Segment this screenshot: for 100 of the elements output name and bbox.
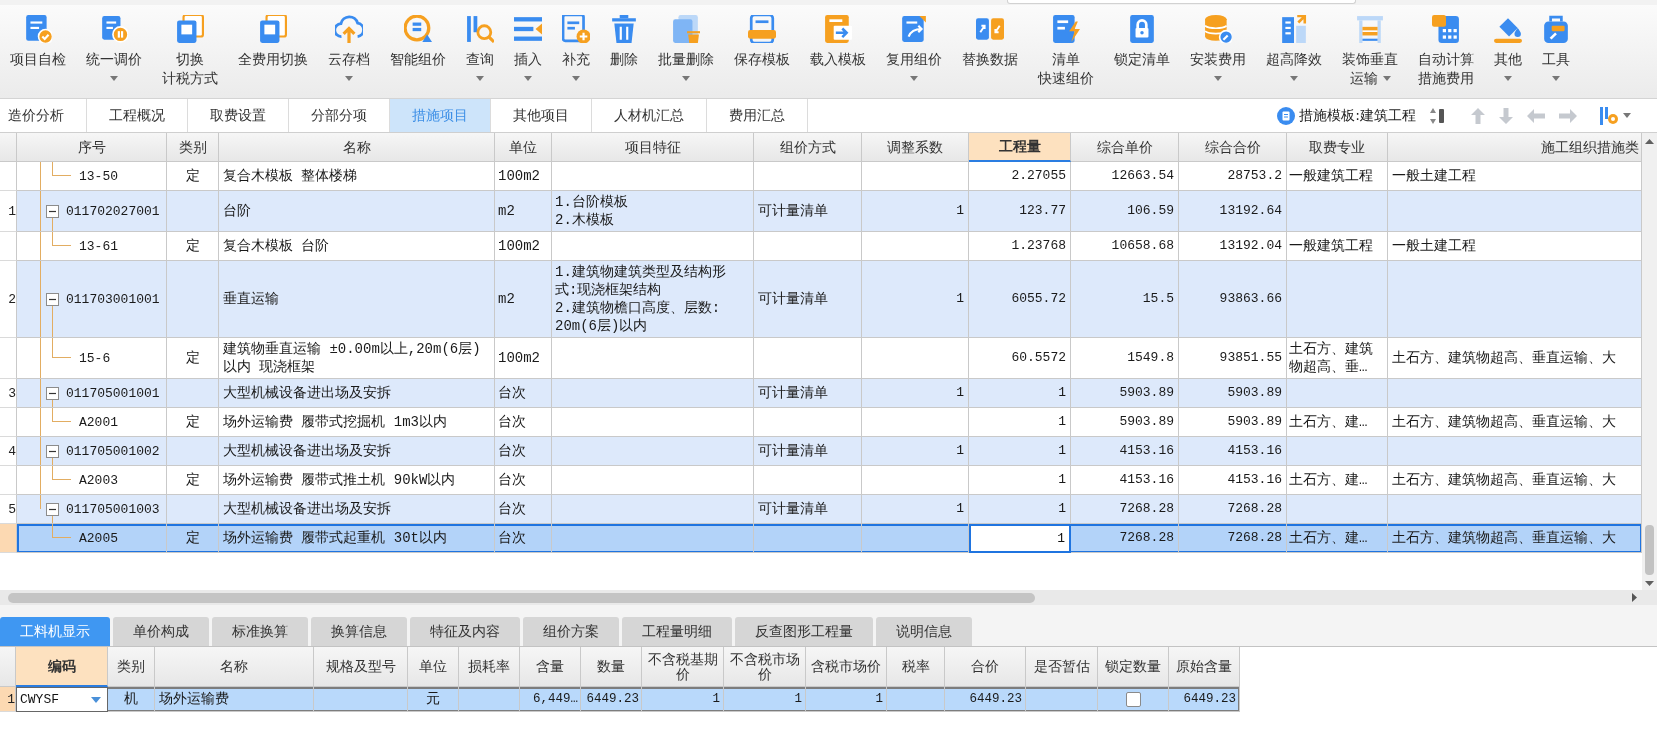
row-header[interactable] <box>0 524 17 553</box>
corner-cell[interactable] <box>0 133 17 162</box>
column-settings-button[interactable] <box>1599 105 1631 126</box>
toolbar-button[interactable]: 替换数据 <box>952 12 1028 69</box>
toolbar-button[interactable]: 工具 <box>1532 12 1580 88</box>
column-header[interactable]: 工程量 <box>969 133 1071 162</box>
column-header[interactable]: 名称 <box>155 647 314 687</box>
column-header[interactable]: 单位 <box>495 133 552 162</box>
column-header[interactable]: 数量 <box>581 647 642 687</box>
column-header[interactable]: 名称 <box>219 133 495 162</box>
table-row[interactable]: 011705001003 大型机械设备进出场及安拆 台次 可计量清单 1 1 7268.28 7268.28 <box>17 495 1642 524</box>
column-header[interactable]: 组价方式 <box>754 133 862 162</box>
row-header[interactable] <box>0 232 17 261</box>
table-row[interactable]: 011702027001 台阶 m2 1.台阶模板 2.木模板 可计量清单 1 123.77 106.59 13192.64 <box>17 191 1642 232</box>
column-header[interactable]: 税率 <box>887 647 945 687</box>
row-header[interactable]: 3 <box>0 379 17 408</box>
toolbar-button[interactable]: 载入模板 <box>800 12 876 69</box>
column-header[interactable]: 含量 <box>520 647 581 687</box>
column-header[interactable]: 锁定数量 <box>1098 647 1169 687</box>
column-header[interactable]: 不含税市场价 <box>724 647 806 687</box>
toolbar-button[interactable]: 安装费用 <box>1180 12 1256 88</box>
column-header[interactable]: 原始含量 <box>1169 647 1240 687</box>
table-row[interactable]: CWYSF 机 场外运输费 元 6,449… 6449.23 1 1 1 6449.23 6449.23 <box>16 687 1240 712</box>
tab[interactable]: 换算信息 <box>311 617 407 646</box>
collapse-icon[interactable] <box>46 292 59 306</box>
toolbar-button[interactable]: 其他 <box>1484 12 1532 88</box>
toolbar-button[interactable]: 保存模板 <box>724 12 800 69</box>
search-field[interactable] <box>1007 0 1356 4</box>
table-row[interactable]: 13-50 定 复合木模板 整体楼梯 100m2 2.27055 12663.54 28753.2 一般建筑工程 一般土建工程 <box>17 162 1642 191</box>
toolbar-button[interactable]: 复用组价 <box>876 12 952 88</box>
collapse-icon[interactable] <box>46 204 59 218</box>
template-selector[interactable]: 措施模板:建筑工程 <box>1277 106 1416 125</box>
column-header[interactable]: 合价 <box>945 647 1026 687</box>
column-header[interactable]: 取费专业 <box>1287 133 1388 162</box>
row-header[interactable]: 4 <box>0 437 17 466</box>
scrollbar-thumb[interactable] <box>1645 525 1654 575</box>
vertical-scrollbar[interactable] <box>1642 133 1657 590</box>
row-header[interactable] <box>0 338 17 379</box>
table-row[interactable]: 011705001001 大型机械设备进出场及安拆 台次 可计量清单 1 1 5903.89 5903.89 <box>17 379 1642 408</box>
column-header[interactable]: 调整系数 <box>862 133 969 162</box>
scroll-down-icon[interactable] <box>1645 581 1654 586</box>
column-header[interactable]: 不含税基期价 <box>642 647 724 687</box>
toolbar-button[interactable]: 删除 <box>600 12 648 69</box>
toolbar-button[interactable]: 插入 <box>504 12 552 88</box>
toolbar-button[interactable]: 自动计算 措施费用 <box>1408 12 1484 88</box>
column-header[interactable]: 规格及型号 <box>314 647 408 687</box>
table-row[interactable]: A2003 定 场外运输费 履带式推土机 90kW以内 台次 1 4153.16 4153.16 土石方、建… 土石方、建筑物超高、垂直运输、大 <box>17 466 1642 495</box>
toolbar-button[interactable]: 清单 快速组价 <box>1028 12 1104 88</box>
tab[interactable]: 标准换算 <box>212 617 308 646</box>
toolbar-button[interactable]: 查询 <box>456 12 504 88</box>
column-header[interactable]: 单位 <box>408 647 459 687</box>
toolbar-button[interactable]: 超高降效 <box>1256 12 1332 88</box>
column-header[interactable]: 损耗率 <box>459 647 520 687</box>
column-header[interactable]: 含税市场价 <box>806 647 887 687</box>
right-arrow-icon[interactable] <box>1559 108 1577 123</box>
table-row[interactable]: A2005 定 场外运输费 履带式起重机 30t以内 台次 1 7268.28 7268.28 土石方、建… 土石方、建筑物超高、垂直运输、大 <box>17 524 1642 553</box>
table-row[interactable]: 13-61 定 复合木模板 台阶 100m2 1.23768 10658.68 13192.04 一般建筑工程 一般土建工程 <box>17 232 1642 261</box>
toolbar-button[interactable]: 全费用切换 <box>228 12 318 69</box>
column-header[interactable]: 类别 <box>108 647 155 687</box>
table-row[interactable]: A2001 定 场外运输费 履带式挖掘机 1m3以内 台次 1 5903.89 5903.89 土石方、建… 土石方、建筑物超高、垂直运输、大 <box>17 408 1642 437</box>
column-header[interactable]: 类别 <box>167 133 219 162</box>
row-header[interactable] <box>0 162 17 191</box>
corner-cell[interactable] <box>0 647 16 687</box>
row-header[interactable]: 2 <box>0 261 17 338</box>
scrollbar-thumb[interactable] <box>8 592 1035 603</box>
quantity-field[interactable]: 1 <box>969 524 1071 553</box>
toolbar-button[interactable]: 补充 <box>552 12 600 88</box>
up-arrow-icon[interactable] <box>1471 107 1485 124</box>
horizontal-scrollbar[interactable] <box>0 590 1657 605</box>
column-header[interactable]: 综合单价 <box>1071 133 1179 162</box>
table-row[interactable]: 011705001002 大型机械设备进出场及安拆 台次 可计量清单 1 1 4153.16 4153.16 <box>17 437 1642 466</box>
row-header[interactable]: 5 <box>0 495 17 524</box>
toolbar-button[interactable]: 云存档 <box>318 12 380 88</box>
sort-icon[interactable] <box>1430 106 1445 125</box>
checkbox[interactable] <box>1125 691 1141 707</box>
toolbar-button[interactable]: 智能组价 <box>380 12 456 69</box>
tab[interactable]: 组价方案 <box>523 617 619 646</box>
tab[interactable]: 特征及内容 <box>410 617 520 646</box>
tab[interactable]: 单价构成 <box>113 617 209 646</box>
row-header[interactable]: 1 <box>0 687 16 712</box>
tab[interactable]: 反查图形工程量 <box>735 617 873 646</box>
column-header[interactable]: 综合合价 <box>1179 133 1287 162</box>
toolbar-button[interactable]: 统一调价 <box>76 12 152 88</box>
toolbar-button[interactable]: 切换 计税方式 <box>152 12 228 88</box>
column-header[interactable]: 序号 <box>17 133 167 162</box>
table-row[interactable]: 011703001001 垂直运输 m2 1.建筑物建筑类型及结构形式:现浇框架结构 2.建筑物檐口高度、层数:20m(6层)以内 可计量清单 1 6055.72 15.5 93863.66 <box>17 261 1642 338</box>
collapse-icon[interactable] <box>46 502 59 516</box>
down-arrow-icon[interactable] <box>1499 107 1513 124</box>
toolbar-button[interactable]: 装饰垂直 运输 <box>1332 12 1408 88</box>
scroll-up-icon[interactable] <box>1645 139 1654 144</box>
row-header[interactable] <box>0 466 17 495</box>
row-header[interactable]: 1 <box>0 191 17 232</box>
toolbar-button[interactable]: 批量删除 <box>648 12 724 88</box>
left-arrow-icon[interactable] <box>1527 108 1545 123</box>
column-header[interactable]: 施工组织措施类 <box>1388 133 1642 162</box>
code-dropdown[interactable]: CWYSF <box>16 687 108 712</box>
tab[interactable]: 说明信息 <box>876 617 972 646</box>
column-header[interactable]: 是否暂估 <box>1026 647 1098 687</box>
toolbar-button[interactable]: 锁定清单 <box>1104 12 1180 69</box>
scroll-right-icon[interactable] <box>1632 593 1637 602</box>
